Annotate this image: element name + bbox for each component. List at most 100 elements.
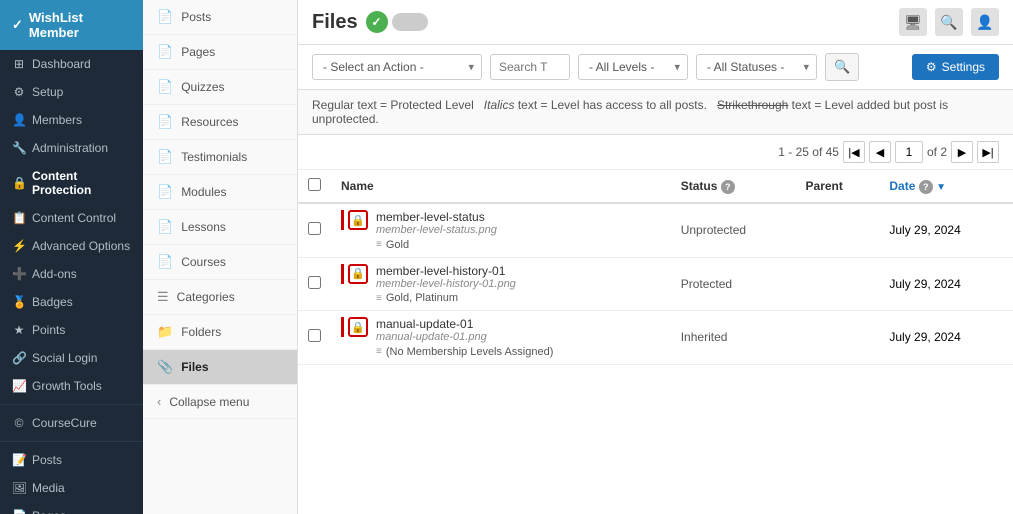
row-checkbox-cell — [298, 311, 331, 365]
row-checkbox[interactable] — [308, 276, 321, 289]
sidebar-divider2 — [0, 441, 143, 442]
topbar-icons: 🖥 🔍 👤 — [899, 8, 999, 36]
prev-page-btn[interactable]: ◀ — [869, 141, 891, 163]
user-icon: 👤 — [976, 14, 993, 31]
sidebar-item-media[interactable]: 🖼 Media — [0, 474, 143, 502]
categories-nav-icon: ☰ — [157, 289, 169, 305]
sidebar-item-coursecure[interactable]: © CourseCure — [0, 409, 143, 437]
status-help-icon[interactable]: ? — [721, 180, 735, 194]
sidebar-item-members[interactable]: 👤 Members — [0, 106, 143, 134]
th-name[interactable]: Name — [331, 170, 671, 203]
monitor-icon-btn[interactable]: 🖥 — [899, 8, 927, 36]
levels-select[interactable]: - All Levels - — [578, 54, 688, 80]
action-select-wrap[interactable]: - Select an Action - — [312, 54, 482, 80]
name-text: member-level-status member-level-status.… — [376, 210, 661, 251]
lock-icon[interactable]: 🔒 — [348, 317, 368, 337]
mid-nav-files[interactable]: 📎 Files — [143, 350, 297, 385]
content-control-icon: 📋 — [12, 211, 26, 225]
pages-nav-icon: 📄 — [157, 44, 173, 60]
sidebar-item-growth-tools[interactable]: 📈 Growth Tools — [0, 372, 143, 400]
sidebar-item-administration[interactable]: 🔧 Administration — [0, 134, 143, 162]
pagination-bar: 1 - 25 of 45 |◀ ◀ of 2 ▶ ▶| — [298, 135, 1013, 170]
sidebar-label: Advanced Options — [32, 239, 130, 253]
sidebar-item-badges[interactable]: 🏅 Badges — [0, 288, 143, 316]
file-name-main: member-level-status — [376, 210, 661, 224]
mid-nav-label: Files — [181, 360, 208, 374]
posts-nav-icon: 📄 — [157, 9, 173, 25]
sidebar-item-posts[interactable]: 📝 Posts — [0, 446, 143, 474]
row-checkbox[interactable] — [308, 329, 321, 342]
sidebar-item-advanced-options[interactable]: ⚡ Advanced Options — [0, 232, 143, 260]
settings-button[interactable]: ⚙ Settings — [912, 54, 999, 80]
statuses-select[interactable]: - All Statuses - — [696, 54, 817, 80]
date-help-icon[interactable]: ? — [919, 180, 933, 194]
mid-nav-resources[interactable]: 📄 Resources — [143, 105, 297, 140]
mid-nav-label: Quizzes — [181, 80, 224, 94]
mid-nav-collapse[interactable]: ‹ Collapse menu — [143, 385, 297, 419]
mid-nav-courses[interactable]: 📄 Courses — [143, 245, 297, 280]
mid-nav-testimonials[interactable]: 📄 Testimonials — [143, 140, 297, 175]
mid-nav-folders[interactable]: 📁 Folders — [143, 315, 297, 350]
mid-nav-label: Resources — [181, 115, 238, 129]
row-status-cell: Protected — [671, 257, 796, 311]
mid-nav-posts[interactable]: 📄 Posts — [143, 0, 297, 35]
search-icon-btn[interactable]: 🔍 — [935, 8, 963, 36]
sidebar-label: Members — [32, 113, 82, 127]
next-page-btn[interactable]: ▶ — [951, 141, 973, 163]
sidebar-item-social-login[interactable]: 🔗 Social Login — [0, 344, 143, 372]
search-button[interactable]: 🔍 — [825, 53, 859, 81]
points-icon: ★ — [12, 323, 26, 337]
topbar: Files ✓ 🖥 🔍 👤 — [298, 0, 1013, 45]
sidebar-item-content-control[interactable]: 📋 Content Control — [0, 204, 143, 232]
row-parent-cell — [796, 257, 880, 311]
sidebar-label: Pages — [32, 509, 66, 514]
file-name-sub: manual-update-01.png — [376, 331, 661, 343]
user-icon-btn[interactable]: 👤 — [971, 8, 999, 36]
sidebar-item-dashboard[interactable]: ⊞ Dashboard — [0, 50, 143, 78]
lock-icon[interactable]: 🔒 — [348, 264, 368, 284]
select-all-checkbox[interactable] — [308, 178, 321, 191]
social-login-icon: 🔗 — [12, 351, 26, 365]
testimonials-nav-icon: 📄 — [157, 149, 173, 165]
first-page-btn[interactable]: |◀ — [843, 141, 865, 163]
search-input[interactable] — [490, 54, 570, 80]
sidebar-label: Content Control — [32, 211, 116, 225]
mid-nav-quizzes[interactable]: 📄 Quizzes — [143, 70, 297, 105]
levels-select-wrap[interactable]: - All Levels - — [578, 54, 688, 80]
row-checkbox-cell — [298, 257, 331, 311]
toggle-wrap[interactable]: ✓ — [366, 11, 428, 33]
sidebar-label: Points — [32, 323, 65, 337]
last-page-btn[interactable]: ▶| — [977, 141, 999, 163]
collapse-icon: ‹ — [157, 394, 161, 409]
mid-nav-label: Collapse menu — [169, 395, 249, 409]
sidebar-label: Growth Tools — [32, 379, 102, 393]
th-date[interactable]: Date ? ▼ — [879, 170, 1013, 203]
sidebar-item-setup[interactable]: ⚙ Setup — [0, 78, 143, 106]
mid-nav-label: Lessons — [181, 220, 226, 234]
total-pages: of 2 — [927, 145, 947, 159]
mid-nav-modules[interactable]: 📄 Modules — [143, 175, 297, 210]
file-name-sub: member-level-status.png — [376, 224, 661, 236]
th-status: Status ? — [671, 170, 796, 203]
toggle-switch[interactable] — [392, 13, 428, 31]
admin-icon: 🔧 — [12, 141, 26, 155]
page-input[interactable] — [895, 141, 923, 163]
sidebar-label: Administration — [32, 141, 108, 155]
sidebar-item-addons[interactable]: ➕ Add-ons — [0, 260, 143, 288]
lock-icon[interactable]: 🔒 — [348, 210, 368, 230]
mid-nav-pages[interactable]: 📄 Pages — [143, 35, 297, 70]
statuses-select-wrap[interactable]: - All Statuses - — [696, 54, 817, 80]
sidebar-header[interactable]: ✓ WishList Member — [0, 0, 143, 50]
action-select[interactable]: - Select an Action - — [312, 54, 482, 80]
growth-tools-icon: 📈 — [12, 379, 26, 393]
row-date-cell: July 29, 2024 — [879, 257, 1013, 311]
mid-nav-lessons[interactable]: 📄 Lessons — [143, 210, 297, 245]
row-checkbox[interactable] — [308, 222, 321, 235]
sidebar-item-content-protection[interactable]: 🔒 Content Protection — [0, 162, 143, 204]
mid-nav-label: Categories — [177, 290, 235, 304]
sidebar-item-points[interactable]: ★ Points — [0, 316, 143, 344]
row-status-cell: Inherited — [671, 311, 796, 365]
mid-nav-categories[interactable]: ☰ Categories — [143, 280, 297, 315]
mid-nav: 📄 Posts 📄 Pages 📄 Quizzes 📄 Resources 📄 … — [143, 0, 298, 514]
sidebar-item-pages-wp[interactable]: 📄 Pages — [0, 502, 143, 514]
